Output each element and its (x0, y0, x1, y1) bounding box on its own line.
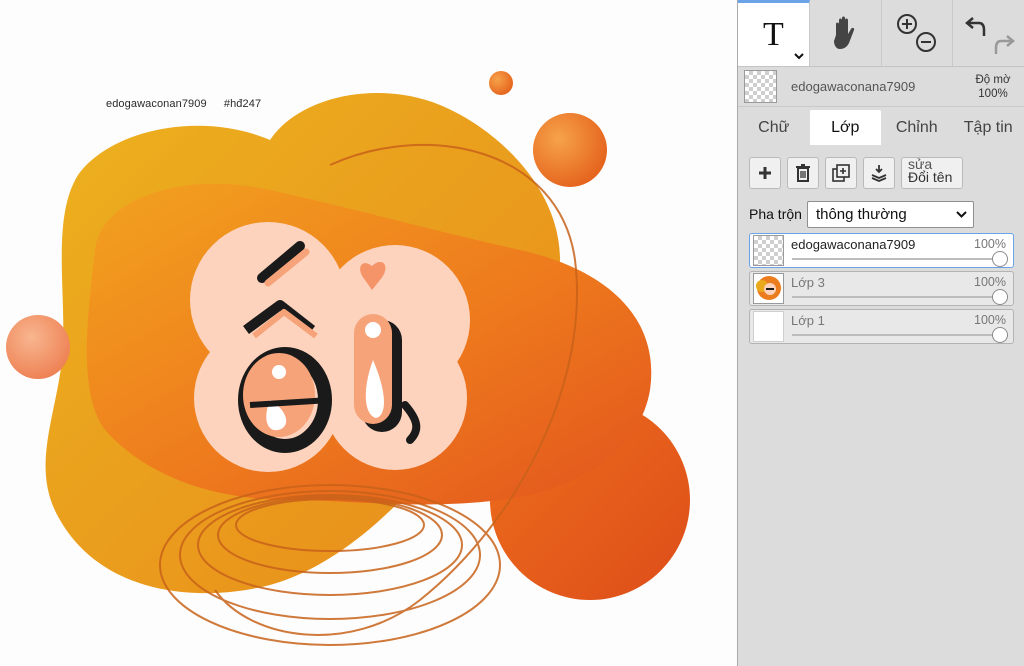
opacity-slider-handle[interactable] (992, 327, 1008, 343)
layer-opacity: 100% (974, 237, 1006, 251)
big-ball (533, 113, 607, 187)
tab-adjust[interactable]: Chỉnh (881, 110, 953, 145)
zoom-in-out-icon (896, 14, 936, 52)
duplicate-layer-button[interactable] (825, 157, 857, 189)
duplicate-icon (832, 164, 850, 182)
watermark-tag: #hđ247 (223, 98, 262, 110)
chevron-down-icon (794, 53, 804, 60)
opacity-label: Độ mờ (975, 73, 1011, 86)
tab-file[interactable]: Tập tin (953, 110, 1024, 145)
toolbar: T (738, 0, 1024, 67)
plus-icon (759, 167, 771, 179)
layer-opacity: 100% (974, 313, 1006, 327)
add-layer-button[interactable] (749, 157, 781, 189)
merge-down-icon (871, 165, 887, 182)
layer-name: Lớp 1 (791, 313, 825, 328)
blend-mode-label: Pha trộn (749, 206, 802, 222)
artwork-thumbnail (756, 276, 781, 300)
current-layer-header: edogawaconana7909 Độ mờ 100% (738, 67, 1024, 107)
text-tool-button[interactable]: T (738, 0, 810, 66)
panel-tabs: Chữ Lớp Chỉnh Tập tin (738, 107, 1024, 145)
side-panel: T edogawaconana7909 Độ mờ 100% Chữ Lớp C… (737, 0, 1024, 666)
blend-mode-select[interactable]: thông thường (806, 200, 974, 228)
watermark-user: edogawaconan7909 (106, 98, 207, 110)
delete-layer-button[interactable] (787, 157, 819, 189)
opacity-slider-handle[interactable] (992, 251, 1008, 267)
opacity-readout[interactable]: Độ mờ 100% (968, 73, 1018, 101)
watermark-text: edogawaconan7909 #hđ247 (106, 98, 275, 110)
layer-row[interactable]: Lớp 1 100% (749, 309, 1014, 344)
opacity-slider-handle[interactable] (992, 289, 1008, 305)
left-ball (6, 315, 70, 379)
layer-list: edogawaconana7909 100% Lớp 3 100% Lớp 1 … (738, 227, 1024, 344)
layer-thumbnail (753, 273, 784, 304)
history-tool-button[interactable] (953, 0, 1024, 66)
layer-name: edogawaconana7909 (791, 237, 916, 252)
blend-mode-row: Pha trộn thông thường (738, 191, 1024, 228)
blend-mode-value: thông thường (815, 205, 907, 223)
layer-thumbnail (744, 70, 777, 103)
small-ball (489, 71, 513, 95)
layer-thumbnail (753, 311, 784, 342)
text-icon: T (762, 15, 784, 53)
current-layer-name: edogawaconana7909 (791, 79, 916, 94)
opacity-slider-track[interactable] (792, 258, 1000, 260)
layer-thumbnail (753, 235, 784, 266)
hand-icon (834, 16, 855, 49)
layer-name: Lớp 3 (791, 275, 825, 290)
opacity-slider-track[interactable] (792, 334, 1000, 336)
tab-text[interactable]: Chữ (738, 110, 810, 145)
merge-down-button[interactable] (863, 157, 895, 189)
layer-actions: sửa Đổi tên (738, 145, 1024, 191)
rename-layer-button[interactable]: sửa Đổi tên (901, 156, 963, 189)
trash-icon (796, 164, 810, 182)
tab-layers[interactable]: Lớp (809, 110, 881, 145)
undo-redo-icon (964, 17, 1015, 54)
layer-row[interactable]: Lớp 3 100% (749, 271, 1014, 306)
opacity-value: 100% (978, 87, 1008, 100)
canvas-area[interactable]: edogawaconan7909 #hđ247 (0, 0, 737, 666)
rename-label: Đổi tên (908, 169, 953, 185)
layer-row[interactable]: edogawaconana7909 100% (749, 233, 1014, 268)
pan-tool-button[interactable] (810, 0, 882, 66)
chevron-down-icon (956, 210, 967, 218)
sticker (190, 222, 470, 472)
layer-opacity: 100% (974, 275, 1006, 289)
zoom-tool-button[interactable] (882, 0, 954, 66)
opacity-slider-track[interactable] (792, 296, 1000, 298)
